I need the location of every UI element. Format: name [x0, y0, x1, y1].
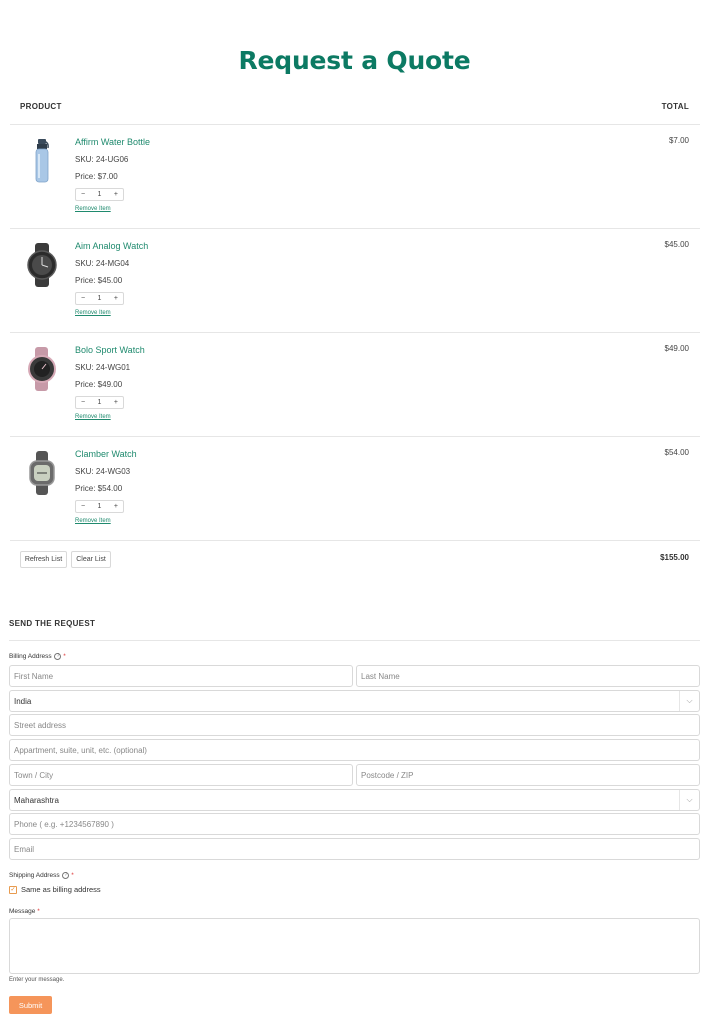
clamber-watch-image[interactable] — [20, 449, 64, 497]
submit-button[interactable]: Submit — [9, 996, 52, 1014]
message-help-text: Enter your message. — [9, 977, 65, 983]
required-mark: * — [37, 908, 40, 915]
total-column-header: TOTAL — [661, 102, 689, 111]
remove-item-link[interactable]: Remove Item — [75, 518, 111, 524]
quantity-value[interactable]: 1 — [98, 191, 102, 198]
email-input[interactable]: Email — [9, 838, 700, 860]
first-name-input[interactable]: First Name — [9, 665, 353, 687]
table-row: Clamber Watch SKU: 24-WG03 Price: $54.00… — [10, 437, 700, 541]
product-sku: SKU: 24-MG04 — [75, 259, 130, 268]
product-sku: SKU: 24-UG06 — [75, 155, 129, 164]
help-icon[interactable]: ? — [54, 653, 62, 660]
shipping-address-label: Shipping Address ? * — [9, 872, 74, 879]
last-name-input[interactable]: Last Name — [356, 665, 700, 687]
increase-qty-button[interactable]: + — [114, 191, 118, 198]
product-name-link[interactable]: Aim Analog Watch — [75, 241, 148, 251]
increase-qty-button[interactable]: + — [114, 399, 118, 406]
billing-label-text: Billing Address — [9, 653, 52, 661]
line-total: $7.00 — [668, 136, 689, 145]
same-as-billing-label[interactable]: Same as billing address — [21, 885, 101, 894]
water-bottle-image[interactable] — [20, 137, 64, 185]
message-textarea[interactable] — [9, 918, 700, 974]
decrease-qty-button[interactable]: − — [81, 191, 85, 198]
section-divider — [9, 640, 700, 641]
page-title: Request a Quote — [238, 46, 471, 75]
checkbox[interactable]: ✓ — [9, 885, 17, 894]
table-row: Bolo Sport Watch SKU: 24-WG01 Price: $49… — [10, 333, 700, 437]
product-price: Price: $7.00 — [75, 172, 118, 181]
product-price: Price: $54.00 — [75, 484, 123, 493]
section-title: SEND THE REQUEST — [9, 619, 96, 628]
billing-address-label: Billing Address ? * — [9, 653, 66, 660]
required-mark: * — [63, 653, 66, 661]
increase-qty-button[interactable]: + — [114, 295, 118, 302]
clear-list-button[interactable]: Clear List — [71, 551, 111, 568]
remove-item-link[interactable]: Remove Item — [75, 206, 111, 212]
state-select[interactable]: Maharashtra ⌵ — [9, 789, 700, 811]
decrease-qty-button[interactable]: − — [81, 399, 85, 406]
product-name-link[interactable]: Clamber Watch — [75, 449, 137, 459]
product-sku: SKU: 24-WG01 — [75, 363, 131, 372]
quantity-stepper: − 1 + — [75, 500, 124, 513]
quantity-stepper: − 1 + — [75, 396, 124, 409]
state-value: Maharashtra — [14, 795, 59, 805]
country-value: India — [14, 696, 32, 706]
quantity-value[interactable]: 1 — [98, 503, 102, 510]
remove-item-link[interactable]: Remove Item — [75, 310, 111, 316]
same-as-billing-option[interactable]: ✓ Same as billing address — [9, 885, 101, 894]
line-total: $54.00 — [664, 448, 689, 457]
product-column-header: PRODUCT — [20, 102, 62, 111]
quantity-value[interactable]: 1 — [98, 399, 102, 406]
product-sku: SKU: 24-WG03 — [75, 467, 131, 476]
line-total: $49.00 — [664, 344, 689, 353]
remove-item-link[interactable]: Remove Item — [75, 414, 111, 420]
quantity-value[interactable]: 1 — [98, 295, 102, 302]
shipping-label-text: Shipping Address — [9, 872, 60, 880]
product-price: Price: $49.00 — [75, 380, 123, 389]
chevron-down-icon[interactable]: ⌵ — [679, 790, 699, 810]
quantity-stepper: − 1 + — [75, 292, 124, 305]
country-select[interactable]: India ⌵ — [9, 690, 700, 712]
table-row: Affirm Water Bottle SKU: 24-UG06 Price: … — [10, 125, 700, 229]
decrease-qty-button[interactable]: − — [81, 295, 85, 302]
table-row: Aim Analog Watch SKU: 24-MG04 Price: $45… — [10, 229, 700, 333]
street-address-input[interactable]: Street address — [9, 714, 700, 736]
required-mark: * — [71, 872, 74, 880]
apartment-input[interactable]: Appartment, suite, unit, etc. (optional) — [9, 739, 700, 761]
decrease-qty-button[interactable]: − — [81, 503, 85, 510]
message-label: Message * — [9, 908, 40, 915]
table-header: PRODUCT TOTAL — [10, 101, 700, 125]
phone-input[interactable]: Phone ( e.g. +1234567890 ) — [9, 813, 700, 835]
city-input[interactable]: Town / City — [9, 764, 353, 786]
chevron-down-icon[interactable]: ⌵ — [679, 691, 699, 711]
grand-total: $155.00 — [660, 553, 689, 562]
product-name-link[interactable]: Affirm Water Bottle — [75, 137, 150, 147]
quantity-stepper: − 1 + — [75, 188, 124, 201]
message-label-text: Message — [9, 908, 36, 915]
product-price: Price: $45.00 — [75, 276, 123, 285]
refresh-list-button[interactable]: Refresh List — [20, 551, 67, 568]
analog-watch-image[interactable] — [20, 241, 64, 289]
sport-watch-image[interactable] — [20, 345, 64, 393]
postcode-input[interactable]: Postcode / ZIP — [356, 764, 700, 786]
line-total: $45.00 — [664, 240, 689, 249]
increase-qty-button[interactable]: + — [114, 503, 118, 510]
help-icon[interactable]: ? — [62, 872, 70, 879]
product-name-link[interactable]: Bolo Sport Watch — [75, 345, 145, 355]
